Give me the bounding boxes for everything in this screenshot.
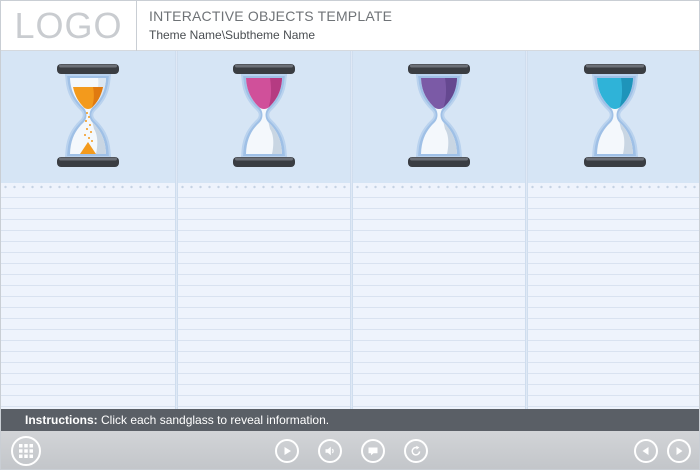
- play-button[interactable]: [275, 439, 299, 463]
- sand-grain: [90, 131, 92, 133]
- captions-button[interactable]: [361, 439, 385, 463]
- instructions-bar: Instructions: Click each sandglass to re…: [1, 409, 699, 431]
- info-area-1: [1, 191, 175, 409]
- volume-button[interactable]: [318, 439, 342, 463]
- sand-grain: [84, 134, 86, 136]
- sandglass-orange-icon[interactable]: [52, 59, 124, 175]
- sandglass-purple-icon[interactable]: [403, 59, 475, 175]
- replay-button[interactable]: [404, 439, 428, 463]
- sand-grain: [85, 120, 87, 122]
- sandglass-tile-3[interactable]: [353, 51, 525, 183]
- info-area-3: [353, 191, 525, 409]
- cap-bottom-highlight: [235, 157, 293, 161]
- instructions-text: Click each sandglass to reveal informati…: [97, 413, 330, 427]
- column-1: [1, 51, 175, 409]
- next-button[interactable]: [667, 439, 691, 463]
- column-3: [353, 51, 525, 409]
- header: LOGO INTERACTIVE OBJECTS TEMPLATE Theme …: [1, 1, 699, 51]
- player-toolbar: [1, 431, 699, 469]
- info-area-4: [528, 191, 699, 409]
- sandglass-pink-icon[interactable]: [228, 59, 300, 175]
- sandglass-tile-1[interactable]: [1, 51, 175, 183]
- sandglass-tile-4[interactable]: [528, 51, 699, 183]
- logo-text: LOGO: [14, 5, 123, 46]
- menu-button[interactable]: [11, 436, 41, 466]
- cap-top-highlight: [59, 64, 117, 68]
- perforation: [528, 185, 699, 189]
- info-area-2: [178, 191, 350, 409]
- page-title: INTERACTIVE OBJECTS TEMPLATE: [149, 8, 393, 24]
- perforation: [1, 185, 175, 189]
- cap-top-highlight: [235, 64, 293, 68]
- column-2: [178, 51, 350, 409]
- menu-icon: [19, 444, 33, 458]
- app-frame: LOGO INTERACTIVE OBJECTS TEMPLATE Theme …: [0, 0, 700, 470]
- sandglass-columns: [1, 51, 699, 409]
- instructions-label: Instructions:: [25, 413, 98, 427]
- volume-icon: [325, 446, 334, 456]
- sandglass-tile-2[interactable]: [178, 51, 350, 183]
- sandglass-blue-icon[interactable]: [579, 59, 651, 175]
- cap-bottom-highlight: [410, 157, 468, 161]
- sand-grain: [86, 128, 88, 130]
- page-subtitle: Theme Name\Subtheme Name: [149, 28, 316, 42]
- logo: LOGO: [1, 1, 137, 51]
- sand-grain: [88, 116, 90, 118]
- play-icon: [284, 447, 291, 455]
- column-4: [528, 51, 699, 409]
- previous-button[interactable]: [634, 439, 658, 463]
- sand-grain: [88, 137, 90, 139]
- sand-grain: [91, 140, 93, 142]
- cap-top-highlight: [410, 64, 468, 68]
- cap-bottom-highlight: [59, 157, 117, 161]
- next-icon: [676, 447, 683, 455]
- previous-icon: [642, 447, 649, 455]
- sand-grain: [89, 124, 91, 126]
- cap-bottom-highlight: [585, 157, 644, 161]
- replay-icon: [411, 445, 421, 456]
- sand-grain: [86, 112, 88, 114]
- perforation: [353, 185, 525, 189]
- perforation: [178, 185, 350, 189]
- cap-top-highlight: [585, 64, 644, 68]
- captions-icon: [368, 447, 378, 456]
